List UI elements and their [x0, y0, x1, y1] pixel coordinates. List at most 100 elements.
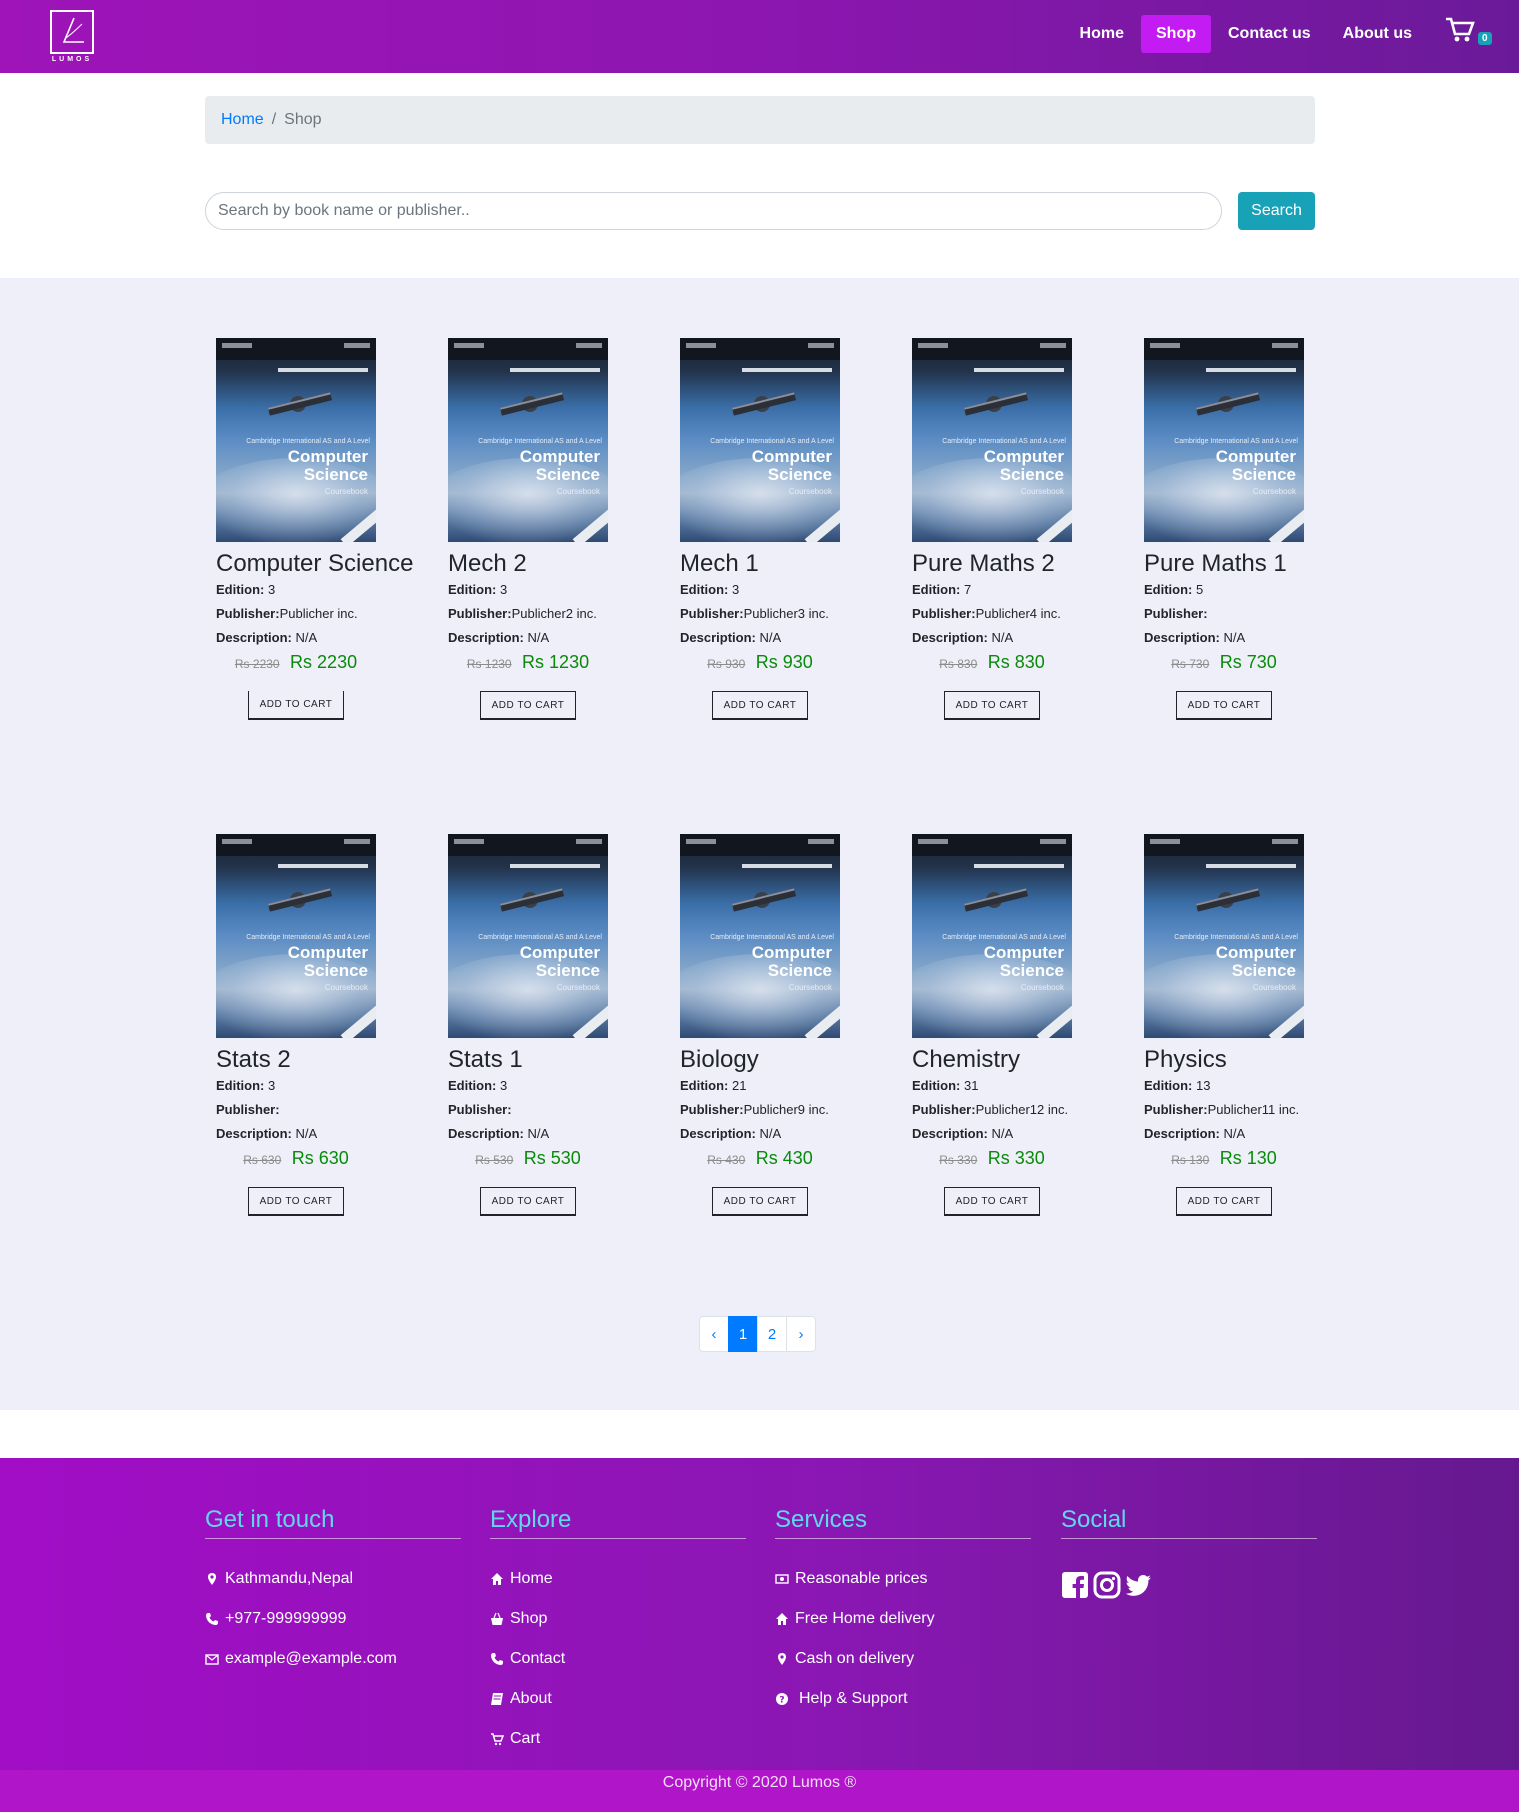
- add-to-cart-button[interactable]: ADD TO CART: [480, 691, 576, 719]
- service-cod: Cash on delivery: [775, 1647, 1031, 1671]
- publisher-label: Publisher:: [912, 606, 976, 621]
- product-publisher: Publisher:Publicher3 inc.: [680, 602, 880, 626]
- product-publisher: Publisher:Publicher9 inc.: [680, 1098, 880, 1122]
- cover-authors-bar: [510, 368, 600, 372]
- cover-subtitle: Coursebook: [556, 487, 600, 496]
- product-title: Biology: [680, 1046, 759, 1073]
- cover-title-line2: Science: [767, 465, 832, 484]
- book-cover-image[interactable]: Cambridge International AS and A Level C…: [216, 338, 376, 542]
- old-price: Rs 1230: [466, 657, 512, 671]
- product-card: Cambridge International AS and A Level C…: [448, 834, 648, 1215]
- nav-shop[interactable]: Shop: [1141, 15, 1211, 53]
- twitter-icon[interactable]: [1125, 1571, 1153, 1599]
- search-input[interactable]: [205, 192, 1222, 230]
- add-to-cart-button[interactable]: ADD TO CART: [1176, 691, 1272, 719]
- book-cover-image[interactable]: Cambridge International AS and A Level C…: [1144, 834, 1304, 1038]
- footer: Get in touch Kathmandu,Nepal +977-999999…: [0, 1458, 1519, 1812]
- nav-about[interactable]: About us: [1328, 15, 1427, 53]
- cover-series: Cambridge International AS and A Level: [246, 934, 370, 941]
- service-prices: Reasonable prices: [775, 1567, 1031, 1591]
- add-to-cart-button[interactable]: ADD TO CART: [248, 691, 344, 719]
- cover-title-line2: Science: [1231, 961, 1296, 980]
- publisher-label: Publisher:: [1144, 606, 1208, 621]
- add-to-cart-button[interactable]: ADD TO CART: [944, 1187, 1040, 1215]
- logo[interactable]: LUMOS: [50, 10, 94, 64]
- footer-address-text: Kathmandu,Nepal: [225, 1570, 354, 1587]
- product-publisher: Publisher:Publicher4 inc.: [912, 602, 1112, 626]
- add-to-cart-button[interactable]: ADD TO CART: [248, 1187, 344, 1215]
- footer-link-cart[interactable]: Cart: [490, 1727, 746, 1751]
- cover-series: Cambridge International AS and A Level: [710, 934, 834, 941]
- add-to-cart-button[interactable]: ADD TO CART: [1176, 1187, 1272, 1215]
- map-marker-icon: [778, 1653, 786, 1665]
- footer-phone: +977-999999999: [205, 1607, 461, 1631]
- product-title: Computer Science: [216, 550, 414, 577]
- pagination-prev[interactable]: ‹: [699, 1316, 729, 1352]
- publisher-value: Publicher3 inc.: [743, 606, 829, 621]
- add-to-cart-button[interactable]: ADD TO CART: [712, 691, 808, 719]
- product-card: Cambridge International AS and A Level C…: [448, 338, 648, 719]
- footer-link-contact[interactable]: Contact: [490, 1647, 746, 1671]
- pagination-page-2[interactable]: 2: [757, 1316, 787, 1352]
- product-description: Description: N/A: [448, 1122, 648, 1146]
- pagination-page-1[interactable]: 1: [728, 1316, 758, 1352]
- home-icon: [491, 1573, 503, 1585]
- add-to-cart-button[interactable]: ADD TO CART: [944, 691, 1040, 719]
- instagram-icon[interactable]: [1093, 1571, 1121, 1599]
- book-cover-image[interactable]: Cambridge International AS and A Level C…: [680, 834, 840, 1038]
- product-publisher: Publisher:Publicher12 inc.: [912, 1098, 1112, 1122]
- product-description: Description: N/A: [912, 1122, 1112, 1146]
- product-edition: Edition: 31: [912, 1074, 1112, 1098]
- product-description: Description: N/A: [1144, 1122, 1344, 1146]
- book-cover-image[interactable]: Cambridge International AS and A Level C…: [680, 338, 840, 542]
- footer-link-shop[interactable]: Shop: [490, 1607, 746, 1631]
- footer-link-about[interactable]: About: [490, 1687, 746, 1711]
- book-cover-image[interactable]: Cambridge International AS and A Level C…: [1144, 338, 1304, 542]
- product-price: Rs 830 Rs 830: [912, 652, 1072, 673]
- book-cover-image[interactable]: Cambridge International AS and A Level C…: [912, 338, 1072, 542]
- cover-subtitle: Coursebook: [1020, 983, 1064, 992]
- cart-button[interactable]: 0: [1445, 16, 1492, 52]
- cover-authors-bar: [974, 368, 1064, 372]
- add-to-cart-button[interactable]: ADD TO CART: [712, 1187, 808, 1215]
- search-button[interactable]: Search: [1238, 192, 1315, 230]
- book-cover-image[interactable]: Cambridge International AS and A Level C…: [448, 338, 608, 542]
- phone-icon: [491, 1653, 503, 1665]
- money-icon: [775, 1574, 789, 1584]
- footer-heading-explore: Explore: [490, 1506, 746, 1539]
- service-delivery-label: Free Home delivery: [795, 1610, 935, 1627]
- product-edition: Edition: 3: [448, 1074, 648, 1098]
- product-card: Cambridge International AS and A Level C…: [912, 338, 1112, 719]
- cover-series: Cambridge International AS and A Level: [942, 934, 1066, 941]
- edition-value: 5: [1196, 582, 1204, 597]
- breadcrumb-home[interactable]: Home: [221, 111, 264, 129]
- facebook-icon[interactable]: [1061, 1571, 1089, 1599]
- cover-publisher-band: [912, 338, 1072, 360]
- book-cover-image[interactable]: Cambridge International AS and A Level C…: [912, 834, 1072, 1038]
- product-publisher: Publisher:Publicher inc.: [216, 602, 416, 626]
- cover-title-line1: Computer: [287, 943, 368, 962]
- publisher-label: Publisher:: [680, 1102, 744, 1117]
- page: LUMOS Home Shop Contact us About us 0 Ho…: [0, 0, 1519, 1812]
- edition-label: Edition:: [448, 582, 497, 597]
- cover-series: Cambridge International AS and A Level: [1174, 438, 1298, 445]
- description-value: N/A: [759, 630, 782, 645]
- product-card: Cambridge International AS and A Level C…: [1144, 834, 1344, 1215]
- footer-link-home[interactable]: Home: [490, 1567, 746, 1591]
- book-cover-image[interactable]: Cambridge International AS and A Level C…: [216, 834, 376, 1038]
- product-title: Stats 1: [448, 1046, 523, 1073]
- current-price: Rs 730: [1219, 652, 1277, 672]
- nav-contact[interactable]: Contact us: [1213, 15, 1326, 53]
- book-cover-image[interactable]: Cambridge International AS and A Level C…: [448, 834, 608, 1038]
- cover-subtitle: Coursebook: [324, 487, 368, 496]
- footer-get-in-touch: Get in touch Kathmandu,Nepal +977-999999…: [205, 1506, 461, 1687]
- product-edition: Edition: 13: [1144, 1074, 1344, 1098]
- cover-title-line2: Science: [999, 465, 1064, 484]
- breadcrumb-separator: /: [271, 111, 277, 128]
- pagination-next[interactable]: ›: [786, 1316, 816, 1352]
- footer-email: example@example.com: [205, 1647, 461, 1671]
- nav-home[interactable]: Home: [1065, 15, 1139, 53]
- add-to-cart-button[interactable]: ADD TO CART: [480, 1187, 576, 1215]
- cover-title-line2: Science: [303, 465, 368, 484]
- cover-publisher-band: [912, 834, 1072, 856]
